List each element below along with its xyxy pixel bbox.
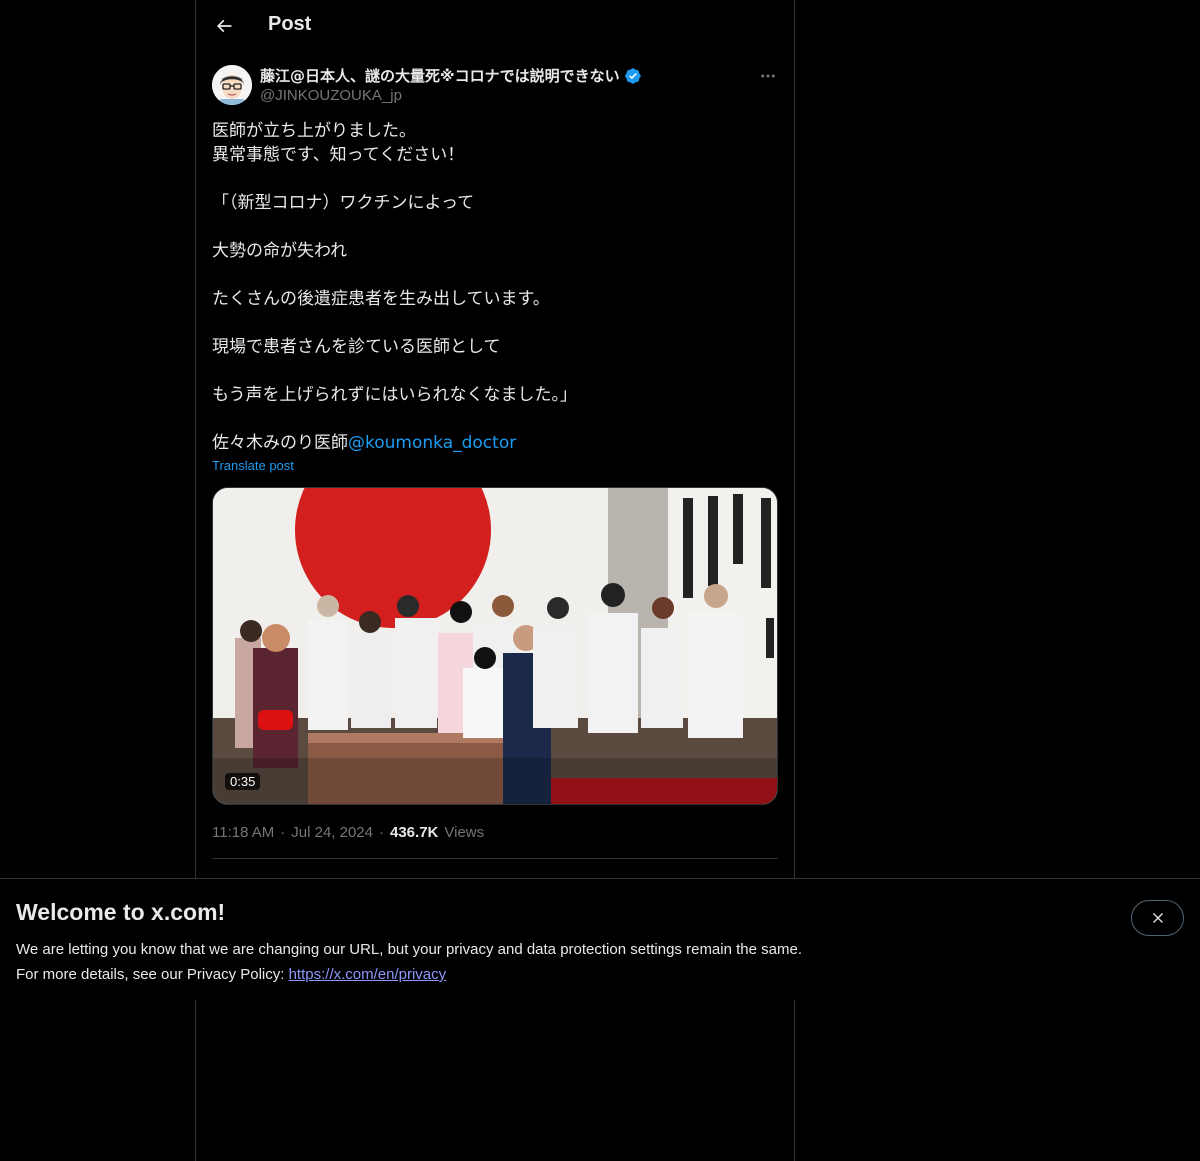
avatar-illustration [212,65,252,105]
meta-separator: · [379,824,384,841]
post-metadata: 11:18 AM · Jul 24, 2024 · 436.7K Views [212,824,484,841]
more-horizontal-icon [761,74,775,78]
privacy-policy-link[interactable]: https://x.com/en/privacy [289,966,447,983]
post-line: 「（新型コロナ）ワクチンによって [212,193,475,213]
post-line [212,215,780,239]
meta-separator: · [280,824,286,841]
post-line: 大勢の命が失われ [212,241,348,261]
post-line [212,311,780,335]
views-label: Views [444,824,485,841]
post-date[interactable]: Jul 24, 2024 [291,824,373,841]
video-player[interactable]: 0:35 [212,487,778,805]
avatar[interactable] [212,65,252,105]
video-duration: 0:35 [225,773,261,790]
author-name-row[interactable]: 藤江@日本人、謎の大量死※コロナでは説明できない [260,65,642,86]
author-display-name[interactable]: 藤江@日本人、謎の大量死※コロナでは説明できない [260,65,620,86]
post-line [212,167,780,191]
post-signature: 佐々木みのり医師@koumonka_doctor [212,431,780,455]
back-arrow-icon [216,19,232,33]
more-options-button[interactable] [756,64,780,88]
author-handle[interactable]: @JINKOUZOUKA_jp [260,87,402,104]
post-line: 医師が立ち上がりました。 [212,121,416,141]
banner-text: We are letting you know that we are chan… [16,937,802,987]
close-banner-button[interactable] [1131,900,1184,936]
post-line [212,359,780,383]
welcome-banner: Welcome to x.com! We are letting you kno… [0,878,1200,1000]
post-text: 医師が立ち上がりました。 異常事態です、知ってください！ 「（新型コロナ）ワクチ… [212,119,780,455]
post-line: 異常事態です、知ってください！ [212,145,465,165]
post-line [212,263,780,287]
verified-badge-icon [624,67,641,84]
banner-line-2: For more details, see our Privacy Policy… [16,962,802,987]
post-line: もう声を上げられずにはいられなくなました。」 [212,385,577,405]
translate-post-link[interactable]: Translate post [212,458,294,473]
views-count: 436.7K [390,824,439,841]
back-button[interactable] [206,8,242,44]
banner-line-2-text: For more details, see our Privacy Policy… [16,966,289,983]
banner-title: Welcome to x.com! [16,899,226,925]
post-line: たくさんの後遺症患者を生み出しています。 [212,289,550,309]
mention-link[interactable]: @koumonka_doctor [348,433,516,453]
video-thumbnail [213,488,777,804]
post-line [212,407,780,431]
post-line: 現場で患者さんを診ている医師として [212,337,501,357]
page-header: Post [196,0,794,53]
close-icon [1152,913,1163,923]
divider [212,858,778,859]
page-title: Post [268,13,312,35]
banner-line-1: We are letting you know that we are chan… [16,941,802,958]
signature-text: 佐々木みのり医師 [212,433,348,453]
post-time[interactable]: 11:18 AM [212,824,274,841]
